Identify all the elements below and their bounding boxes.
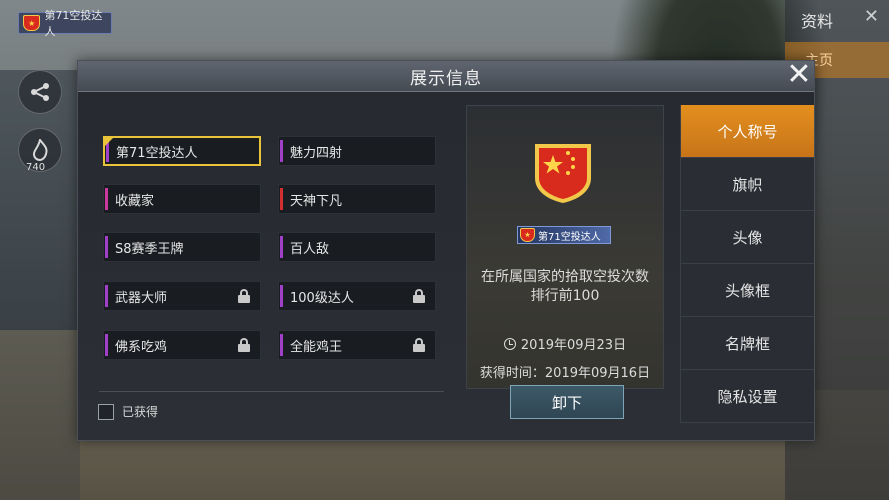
title-item-label: 天神下凡 <box>290 193 343 209</box>
tab-nameplate-frame[interactable]: 名牌框 <box>680 317 814 370</box>
rarity-bar <box>280 334 283 356</box>
obtained-time: 获得时间：2019年09月16日 <box>479 366 651 381</box>
rarity-bar <box>280 188 283 210</box>
tab-privacy-settings[interactable]: 隐私设置 <box>680 370 814 423</box>
dialog-title: 展示信息 <box>78 61 814 92</box>
rarity-bar <box>280 285 283 307</box>
preview-badge-text: 第71空投达人 <box>538 231 601 243</box>
clock-icon <box>503 337 516 350</box>
rarity-bar <box>105 236 108 258</box>
tab-avatar[interactable]: 头像 <box>680 211 814 264</box>
title-item-label: 100级达人 <box>290 290 354 306</box>
expiry-date: 2019年09月23日 <box>520 338 627 353</box>
lock-icon <box>413 289 425 303</box>
title-item[interactable]: 第71空投达人 <box>103 136 261 166</box>
title-item-label: 百人敌 <box>290 241 330 257</box>
flame-icon <box>32 139 48 161</box>
title-item-label: 佛系吃鸡 <box>115 339 168 355</box>
title-description: 在所属国家的拾取空投次数排行前100 <box>481 269 649 304</box>
tab-personal-title[interactable]: 个人称号 <box>680 105 814 158</box>
grid-divider <box>99 391 444 392</box>
unequip-button[interactable]: 卸下 <box>510 385 624 419</box>
title-item-label: 武器大师 <box>115 290 168 306</box>
title-item-label: 收藏家 <box>115 193 155 209</box>
lock-icon <box>238 338 250 352</box>
expiry-row: 2019年09月23日 <box>467 334 663 353</box>
rarity-bar <box>280 140 283 162</box>
lock-icon <box>238 289 250 303</box>
title-item-label: 第71空投达人 <box>116 145 198 161</box>
title-grid: 第71空投达人 魅力四射 收藏家 天神下凡 S8赛季王牌 百人敌 武器大师 10… <box>103 136 443 382</box>
title-item[interactable]: 百人敌 <box>278 232 436 262</box>
tab-flag[interactable]: 旗帜 <box>680 158 814 211</box>
profile-panel-title: 资料 <box>801 12 834 31</box>
display-info-dialog: 展示信息 第71空投达人 魅力四射 收藏家 天神下凡 S8赛季王牌 百人敌 武器… <box>77 60 815 441</box>
tab-avatar-frame[interactable]: 头像框 <box>680 264 814 317</box>
rarity-bar <box>105 334 108 356</box>
china-flag-icon: ★ <box>520 228 535 242</box>
share-button[interactable] <box>18 70 62 114</box>
player-title-badge: ★ 第71空投达人 <box>18 9 112 38</box>
category-tabs: 个人称号 旗帜 头像 头像框 名牌框 隐私设置 <box>680 105 814 440</box>
obtained-filter[interactable]: 已获得 <box>98 403 158 420</box>
level-number: 740 <box>26 162 46 173</box>
title-item[interactable]: 收藏家 <box>103 184 261 214</box>
title-item[interactable]: 100级达人 <box>278 281 436 311</box>
share-icon <box>31 83 49 101</box>
title-item[interactable]: 魅力四射 <box>278 136 436 166</box>
title-item[interactable]: 全能鸡王 <box>278 330 436 360</box>
title-item-label: 魅力四射 <box>290 145 343 161</box>
title-item-label: S8赛季王牌 <box>115 241 184 257</box>
rarity-bar <box>105 285 108 307</box>
title-item[interactable]: S8赛季王牌 <box>103 232 261 262</box>
selected-corner-icon <box>104 137 114 147</box>
title-item-label: 全能鸡王 <box>290 339 343 355</box>
dialog-close-button[interactable]: ✕ <box>784 60 814 90</box>
rarity-bar <box>280 236 283 258</box>
obtained-checkbox[interactable] <box>98 403 114 420</box>
preview-title-badge: ★ 第71空投达人 <box>517 226 611 244</box>
lock-icon <box>413 338 425 352</box>
china-flag-emblem-icon <box>535 144 591 203</box>
title-item[interactable]: 天神下凡 <box>278 184 436 214</box>
rarity-bar <box>105 188 108 210</box>
player-title-text: 第71空投达人 <box>44 9 103 38</box>
obtained-label: 已获得 <box>122 405 159 419</box>
profile-close-icon[interactable]: ✕ <box>864 6 879 27</box>
title-preview-panel: ★ 第71空投达人 在所属国家的拾取空投次数排行前100 2019年09月23日… <box>466 105 664 389</box>
title-item[interactable]: 佛系吃鸡 <box>103 330 261 360</box>
title-item[interactable]: 武器大师 <box>103 281 261 311</box>
china-flag-icon: ★ <box>23 15 41 31</box>
